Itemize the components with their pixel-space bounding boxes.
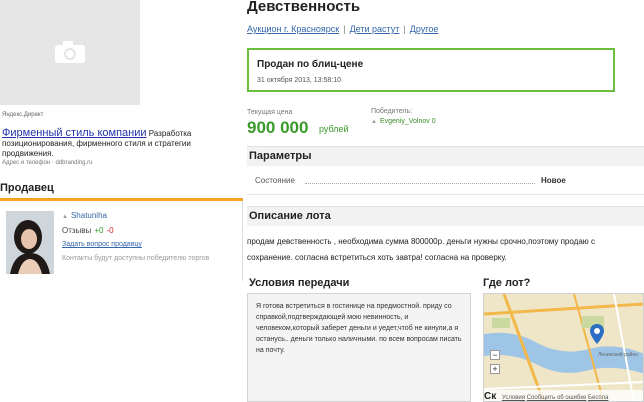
breadcrumb-separator: | [343,24,346,34]
ask-seller-link[interactable]: Задать вопрос продавцу [62,241,142,248]
breadcrumb: Аукцион г. Красноярск | Дети растут | Другое [247,24,438,34]
map-pin-icon[interactable] [590,324,604,344]
winner-score: 0 [431,118,436,125]
description-line: продам девственность , необходима сумма … [247,237,595,246]
person-icon: ▲ [62,214,68,220]
breadcrumb-separator: | [403,24,406,34]
description-text: продам девственность , необходима сумма … [247,234,644,266]
avatar[interactable] [6,211,54,274]
person-icon: ▲ [371,119,377,125]
map-report-link[interactable]: Сообщить об ошибке [527,395,587,401]
description-heading: Описание лота [249,210,331,222]
seller-panel: ▲ Shatuniha Отзывы +0 -0 Задать вопрос прод… [0,201,243,281]
winner-name-link[interactable]: ▲ Evgeniy_Volnov 0 [371,118,436,125]
map-heading: Где лот? [483,277,531,289]
seller-name: Shatuniha [70,211,107,220]
param-divider [247,194,644,195]
param-value: Новое [541,176,566,185]
breadcrumb-item-other[interactable]: Другое [410,24,439,34]
sold-date: 31 октября 2013, 13:58:10 [257,77,342,84]
param-name: Состояние [255,176,295,185]
price-unit: рублей [319,124,349,134]
seller-heading: Продавец [0,182,54,194]
ad-block: Фирменный стиль компании Разработка пози… [2,128,240,159]
map-town-label: Ленинский район [598,352,638,358]
zoom-out-button[interactable]: − [490,350,500,360]
conditions-text: Я готова встретиться в гостинице на пред… [256,303,462,354]
seller-name-link[interactable]: ▲ Shatuniha [62,209,237,224]
winner-name: Evgeniy_Volnov [379,118,430,125]
right-column: Девственность Аукцион г. Красноярск | Дети… [247,0,644,402]
price-label: Текущая цена [247,109,293,116]
breadcrumb-item-auction[interactable]: Аукцион г. Красноярск [247,24,339,34]
avatar-portrait-icon [6,211,54,274]
seller-info: ▲ Shatuniha Отзывы +0 -0 Задать вопрос прод… [62,209,237,263]
ad-title-link[interactable]: Фирменный стиль компании [2,127,147,139]
description-line: сохранение. согласна встретиться хоть за… [247,253,507,262]
page-title: Девственность [247,0,361,15]
conditions-heading: Условия передачи [249,277,350,289]
ad-label: Яндекс.Директ [2,112,44,118]
reviews-negative: -0 [106,226,114,235]
zoom-in-button[interactable]: + [490,364,500,374]
map-free-link[interactable]: Беспла [588,395,608,401]
params-heading: Параметры [249,150,312,162]
contacts-note: Контакты будут доступны победителю торго… [62,255,210,262]
camera-icon [55,41,85,63]
param-row: Состояние Новое [255,176,635,185]
sold-status-box: Продан по блиц-цене 31 октября 2013, 13:… [247,48,615,92]
map-brand: Ск [484,391,497,402]
seller-reviews[interactable]: Отзывы +0 -0 [62,224,237,237]
lot-photo-placeholder[interactable] [0,0,140,105]
map-footer: Ск Условия Сообщить об ошибке Беспла [484,390,643,402]
map-terms-link[interactable]: Условия [502,395,525,401]
map[interactable]: Ленинский район − + Ск Условия Сообщить … [483,293,644,402]
breadcrumb-item-kids[interactable]: Дети растут [350,24,400,34]
conditions-box: Я готова встретиться в гостинице на пред… [247,293,471,402]
params-section-bar: Параметры [247,146,644,166]
left-column: Яндекс.Директ Фирменный стиль компании Р… [0,0,243,402]
winner-label: Победитель: [371,108,413,115]
reviews-label: Отзывы [62,226,92,235]
reviews-positive: +0 [94,226,104,235]
description-section-bar: Описание лота [247,206,644,226]
param-dots [305,183,535,184]
ad-phone[interactable]: Адрес и телефон · ddbranding.ru [2,160,92,166]
price-value: 900 000 [247,118,309,137]
map-tiles[interactable] [484,294,644,402]
sold-title: Продан по блиц-цене [257,59,364,70]
